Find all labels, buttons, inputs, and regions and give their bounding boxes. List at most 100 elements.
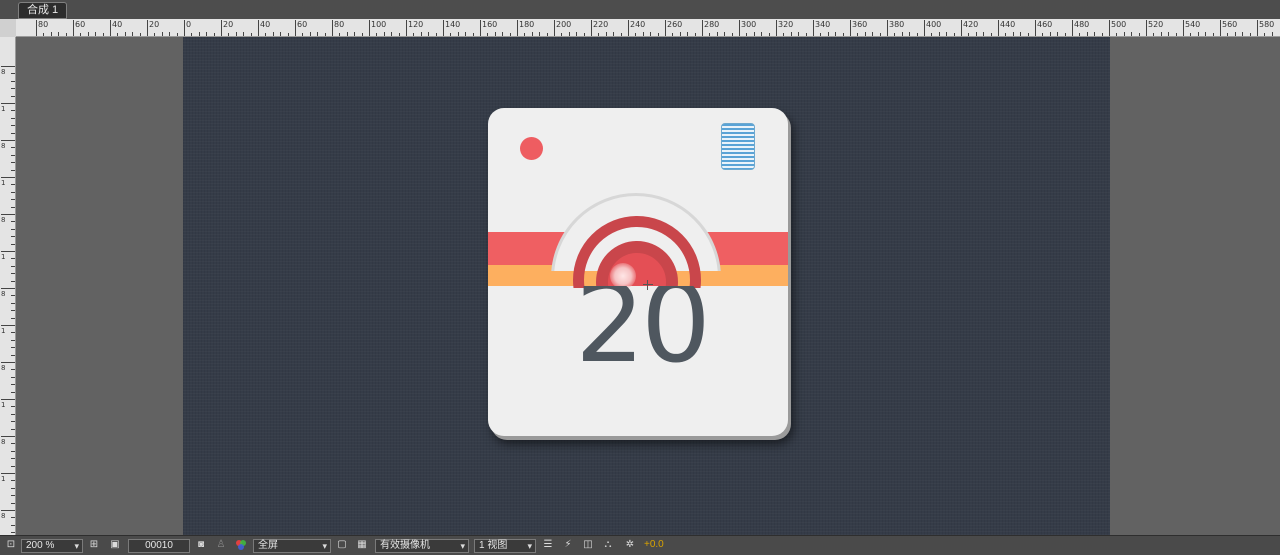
flowchart-icon[interactable]: ⛬ bbox=[601, 539, 615, 553]
ruler-minor-tick bbox=[820, 33, 821, 36]
ruler-minor-tick bbox=[902, 32, 903, 36]
tab-composition-1[interactable]: 合成 1 bbox=[18, 2, 68, 19]
ruler-minor-tick bbox=[243, 32, 244, 36]
ruler-major-tick bbox=[702, 20, 703, 36]
fit-icon[interactable]: ⊞ bbox=[87, 539, 101, 553]
ruler-minor-tick bbox=[672, 33, 673, 36]
ruler-minor-tick bbox=[569, 32, 570, 36]
views-dropdown[interactable]: 1 视图 bbox=[474, 539, 536, 553]
ruler-minor-tick bbox=[206, 32, 207, 36]
ruler-minor-tick bbox=[1028, 33, 1029, 36]
ruler-minor-tick bbox=[968, 33, 969, 36]
ruler-tick-label: 0 bbox=[186, 20, 192, 29]
ruler-major-tick bbox=[739, 20, 740, 36]
ruler-tick-label: 8 bbox=[1, 68, 6, 76]
ruler-minor-tick bbox=[1116, 33, 1117, 36]
exposure-value[interactable]: +0.0 bbox=[644, 539, 664, 553]
ruler-minor-tick bbox=[783, 33, 784, 36]
camera-icon[interactable]: ◙ bbox=[194, 539, 208, 553]
ruler-tick-label: 140 bbox=[445, 20, 461, 29]
person-icon[interactable]: ♙ bbox=[214, 539, 228, 553]
ruler-minor-tick bbox=[228, 33, 229, 36]
ruler-tick-label: 1 bbox=[1, 401, 6, 409]
ruler-minor-tick bbox=[310, 32, 311, 36]
anchor-crosshair-icon[interactable] bbox=[643, 280, 653, 290]
timeline-icon[interactable]: ◫ bbox=[581, 539, 595, 553]
timecode-field[interactable]: 00010 bbox=[128, 539, 190, 553]
fast-preview-icon[interactable]: ⚡ bbox=[561, 539, 575, 553]
ruler-minor-tick bbox=[169, 32, 170, 36]
ruler-minor-tick bbox=[154, 33, 155, 36]
ruler-minor-tick bbox=[11, 340, 15, 341]
ruler-minor-tick bbox=[11, 147, 15, 148]
ruler-minor-tick bbox=[11, 347, 15, 348]
ruler-tick-label: 8 bbox=[1, 512, 6, 520]
ruler-minor-tick bbox=[606, 32, 607, 36]
exposure-icon[interactable]: ✲ bbox=[623, 539, 637, 553]
ruler-major-tick bbox=[258, 20, 259, 36]
ruler-minor-tick bbox=[11, 480, 15, 481]
checkerboard-icon[interactable]: ▦ bbox=[355, 539, 369, 553]
ruler-minor-tick bbox=[436, 33, 437, 36]
horizontal-ruler[interactable]: 80 60 40 20 0 20 40 60 80 100 120 140 160 180 200 220 24… bbox=[0, 19, 1280, 37]
ruler-minor-tick bbox=[791, 32, 792, 36]
ruler-origin[interactable] bbox=[0, 19, 16, 37]
ruler-minor-tick bbox=[125, 32, 126, 36]
zoom-dropdown[interactable]: 200 % bbox=[21, 539, 83, 553]
toggle-pixel-aspect-icon[interactable]: ☰ bbox=[541, 539, 555, 553]
ruler-minor-tick bbox=[1250, 33, 1251, 36]
ruler-minor-tick bbox=[11, 414, 15, 415]
ruler-minor-tick bbox=[1065, 33, 1066, 36]
always-preview-icon[interactable]: ⊡ bbox=[4, 539, 18, 553]
ruler-minor-tick bbox=[532, 32, 533, 36]
ruler-tick-label: 200 bbox=[556, 20, 572, 29]
camera-calendar-icon[interactable]: 20 bbox=[488, 108, 788, 436]
ruler-minor-tick bbox=[880, 33, 881, 36]
ruler-minor-tick bbox=[11, 421, 15, 422]
ruler-minor-tick bbox=[1131, 32, 1132, 36]
ruler-minor-tick bbox=[976, 32, 977, 36]
ruler-minor-tick bbox=[140, 33, 141, 36]
ruler-minor-tick bbox=[11, 184, 15, 185]
ruler-minor-tick bbox=[1057, 32, 1058, 36]
ruler-major-tick bbox=[998, 20, 999, 36]
ruler-major-tick bbox=[1183, 20, 1184, 36]
ruler-major-tick bbox=[1, 510, 15, 511]
ruler-tick-label: 340 bbox=[815, 20, 831, 29]
vertical-ruler[interactable]: 8 1 8 1 8 1 8 1 8 1 8 1 8 bbox=[0, 36, 16, 535]
ruler-minor-tick bbox=[1213, 33, 1214, 36]
region-icon[interactable]: ▢ bbox=[335, 539, 349, 553]
ruler-minor-tick bbox=[362, 33, 363, 36]
resolution-dropdown[interactable]: 全屏 bbox=[253, 539, 331, 553]
ruler-minor-tick bbox=[421, 32, 422, 36]
ruler-minor-tick bbox=[376, 33, 377, 36]
ruler-minor-tick bbox=[11, 155, 15, 156]
viewfinder-icon bbox=[721, 123, 755, 170]
ruler-minor-tick bbox=[1227, 33, 1228, 36]
ruler-minor-tick bbox=[1124, 32, 1125, 36]
rgb-channel-icon[interactable] bbox=[234, 539, 248, 553]
ruler-minor-tick bbox=[917, 33, 918, 36]
camera-dropdown[interactable]: 有效摄像机 bbox=[375, 539, 469, 553]
ruler-major-tick bbox=[850, 20, 851, 36]
ruler-minor-tick bbox=[11, 332, 15, 333]
ruler-minor-tick bbox=[214, 33, 215, 36]
ruler-minor-tick bbox=[983, 32, 984, 36]
ruler-minor-tick bbox=[11, 466, 15, 467]
ruler-tick-label: 8 bbox=[1, 364, 6, 372]
ruler-major-tick bbox=[1, 140, 15, 141]
safe-margins-icon[interactable]: ▣ bbox=[108, 539, 122, 553]
ruler-minor-tick bbox=[1013, 32, 1014, 36]
ruler-minor-tick bbox=[635, 33, 636, 36]
ruler-minor-tick bbox=[11, 384, 15, 385]
ruler-minor-tick bbox=[384, 32, 385, 36]
ruler-tick-label: 80 bbox=[334, 20, 345, 29]
ruler-minor-tick bbox=[11, 118, 15, 119]
ruler-minor-tick bbox=[828, 32, 829, 36]
ruler-minor-tick bbox=[11, 295, 15, 296]
ruler-major-tick bbox=[1, 251, 15, 252]
ruler-minor-tick bbox=[11, 170, 15, 171]
ruler-major-tick bbox=[554, 20, 555, 36]
ruler-minor-tick bbox=[191, 33, 192, 36]
ruler-tick-label: 220 bbox=[593, 20, 609, 29]
